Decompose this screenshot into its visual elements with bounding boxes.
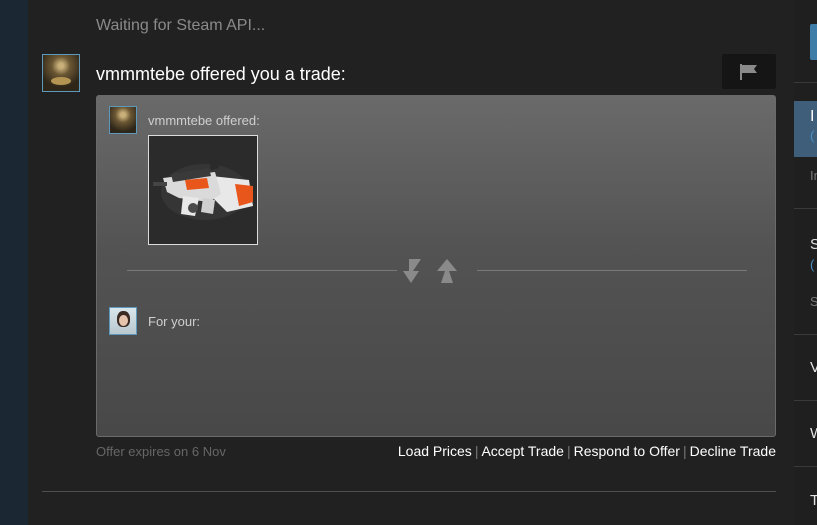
sidebar-row-w[interactable]: W [810,425,817,442]
sidebar-row-s-sub: ( [810,257,815,272]
partner-small-avatar[interactable] [109,106,137,134]
sidebar-row-incoming[interactable]: In [810,168,817,183]
sidebar-row-t[interactable]: T [810,492,817,509]
trade-actions: Load Prices | Accept Trade | Respond to Offe… [398,443,776,459]
divider-right [477,270,747,271]
flag-icon [740,64,757,80]
sidebar-divider [794,208,817,209]
action-separator: | [682,443,687,459]
sidebar-tab-label: I [810,108,815,125]
report-flag-button[interactable] [722,54,776,89]
trade-offer-panel: Waiting for Steam API... vmmmtebe offere… [28,0,794,525]
sidebar-row-s[interactable]: S [810,236,817,253]
divider-left [127,270,397,271]
weapon-p90-icon [153,158,253,220]
offer-title: vmmmtebe offered you a trade: [96,64,346,84]
sidebar-row-v[interactable]: V [810,359,817,376]
sidebar-divider [794,82,817,83]
action-separator: | [474,443,479,459]
your-items-label: For your: [148,314,201,329]
section-divider [42,491,776,492]
offer-expiry-text: Offer expires on 6 Nov [96,444,226,459]
your-small-avatar[interactable] [109,307,137,335]
swap-arrows-icon [403,259,457,283]
sidebar-divider [794,334,817,335]
load-prices-link[interactable]: Load Prices [398,443,472,459]
sidebar-divider [794,466,817,467]
api-status-text: Waiting for Steam API... [96,17,266,34]
offered-item-slot[interactable] [148,135,258,245]
left-edge-background [0,0,28,525]
sidebar-tab-sublabel: ( [810,128,815,143]
sidebar-row-s-dim: S [810,294,817,309]
action-separator: | [566,443,571,459]
partner-avatar[interactable] [42,54,80,92]
right-sidebar: I ( In S ( S V W T [794,0,817,525]
decline-trade-link[interactable]: Decline Trade [690,443,776,459]
sidebar-divider [794,400,817,401]
partner-offered-label: vmmmtebe offered: [148,113,260,128]
accept-trade-link[interactable]: Accept Trade [481,443,564,459]
trade-items-box: vmmmtebe offered: For your: [96,95,776,437]
sidebar-top-button[interactable] [810,24,817,60]
respond-offer-link[interactable]: Respond to Offer [574,443,680,459]
